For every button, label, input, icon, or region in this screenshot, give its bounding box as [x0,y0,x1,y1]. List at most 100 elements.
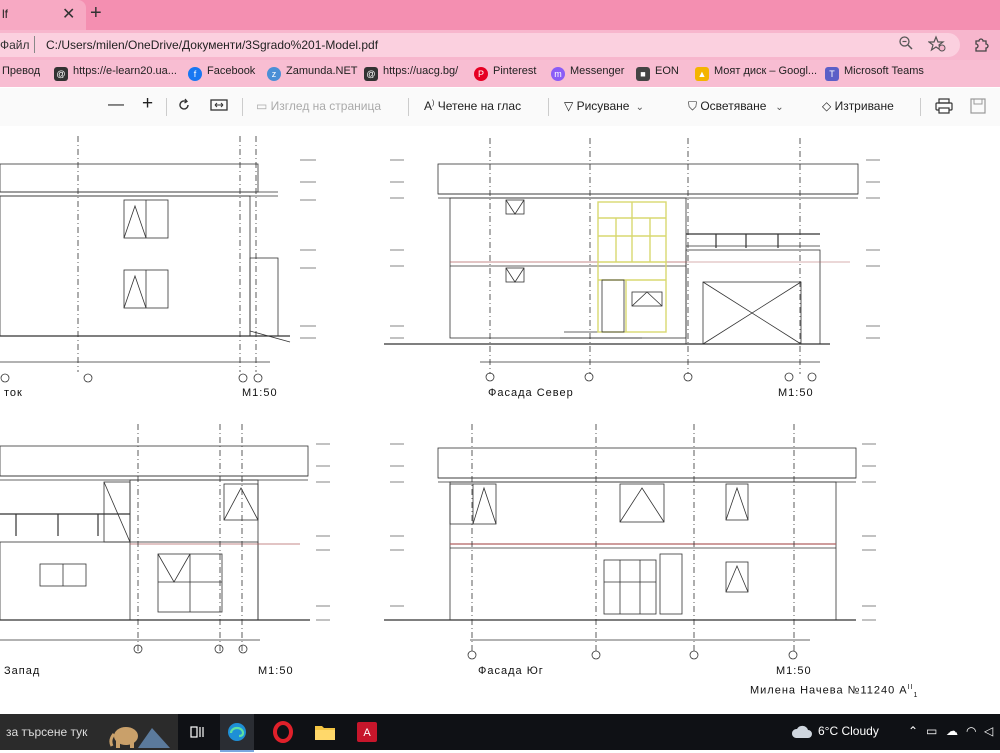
signature-sub: 1 [913,691,919,699]
erase-label: Изтриване [834,99,894,113]
elephant-icon [108,718,170,753]
print-icon[interactable] [935,98,953,117]
bookmark-teams[interactable]: T Microsoft Teams [825,65,924,81]
facebook-icon: f [188,67,202,81]
bookmark-label: Моят диск – Googl... [714,65,818,77]
toolbar-divider [242,98,243,116]
autocad-icon[interactable]: A [350,714,384,750]
file-explorer-icon[interactable] [308,714,342,750]
fit-page-icon[interactable] [210,97,228,116]
search-placeholder: за търсене тук [6,725,88,739]
toolbar-divider [548,98,549,116]
wifi-icon[interactable]: ◠ [966,724,976,738]
file-scheme-label: Файл [0,38,30,52]
wall [449,481,837,621]
bookmark-label: https://uacg.bg/ [383,65,459,77]
pdf-toolbar: — + ▭ Изглед на страница A) Четене на гл… [0,88,1000,127]
bookmark-label: EON [655,65,679,77]
read-aloud-button[interactable]: A) Четене на глас [424,99,521,113]
bookmark-messenger[interactable]: m Messenger [551,65,624,81]
draw-button[interactable]: ▽ Рисуване ⌄ [564,99,644,113]
signature-text: Милена Начева №11240 A [750,684,908,697]
taskbar-search[interactable]: за търсене тук [0,714,178,750]
view-scale: M1:50 [258,665,294,677]
bookmark-eon[interactable]: ■ EON [636,65,679,81]
bookmark-pinterest[interactable]: P Pinterest [474,65,536,81]
tab-bar: lf ✕ + [0,0,1000,30]
pinterest-icon: P [474,67,488,81]
page-icon: @ [54,67,68,81]
drive-icon: ▲ [695,67,709,81]
eon-icon: ■ [636,67,650,81]
bookmark-label: Microsoft Teams [844,65,924,77]
chevron-down-icon[interactable]: ⌄ [633,102,644,113]
draw-icon: ▽ [564,99,577,113]
cloud-sync-icon[interactable]: ☁ [946,724,958,738]
eraser-icon: ◇ [822,99,835,113]
edge-icon[interactable] [220,714,254,752]
save-icon[interactable] [970,98,986,117]
page-view-button[interactable]: ▭ Изглед на страница [256,99,381,113]
view-title: ток [4,387,23,399]
view-scale: M1:50 [242,387,278,399]
weather-text[interactable]: 6°C Cloudy [818,724,879,738]
wall [0,195,251,337]
zoom-out-icon[interactable]: — [108,96,124,114]
bookmarks-bar: Превод @ https://e-learn20.ua... f Faceboo… [0,60,1000,87]
new-tab-icon[interactable]: + [90,2,102,25]
teams-icon: T [825,67,839,81]
facade-drawings [0,136,880,660]
page-icon: @ [364,67,378,81]
bookmark-translate[interactable]: Превод [2,65,40,77]
toolbar-divider [166,98,167,116]
view-title: Запад [4,665,41,677]
volume-icon[interactable]: ◁ [984,724,993,738]
cloud-icon [790,724,812,745]
roof-slab [0,445,309,477]
bookmark-drive[interactable]: ▲ Моят диск – Googl... [695,65,817,81]
zamunda-icon: z [267,67,281,81]
address-url[interactable]: C:/Users/milen/OneDrive/Документи/3Sgrad… [46,38,378,52]
address-divider [34,36,35,53]
erase-button[interactable]: ◇ Изтриване [822,99,894,113]
bookmark-elearn[interactable]: @ https://e-learn20.ua... [54,65,177,81]
toolbar-divider [408,98,409,116]
zoom-in-icon[interactable]: + [142,93,153,115]
read-aloud-icon: A) [424,99,435,113]
extensions-icon[interactable] [972,35,990,58]
highlight-label: Осветяване [700,99,767,113]
draw-label: Рисуване [576,99,630,113]
bookmark-facebook[interactable]: f Facebook [188,65,255,81]
close-tab-icon[interactable]: ✕ [62,4,75,24]
page-view-label: Изглед на страница [270,99,382,113]
chevron-up-icon[interactable]: ⌃ [908,724,918,738]
view-title: Фасада Север [488,387,574,399]
network-icon[interactable]: ▭ [926,724,937,738]
taskbar: за търсене тук A 6°C Cloudy ⌃ ▭ ☁ ◠ ◁ [0,714,1000,752]
view-title: Фасада Юг [478,665,544,677]
task-view-icon[interactable] [180,714,214,750]
zoom-icon[interactable] [898,35,914,56]
bookmark-uacg[interactable]: @ https://uacg.bg/ [364,65,458,81]
roof-slab [437,163,859,195]
address-bar: Файл C:/Users/milen/OneDrive/Документи/3… [0,30,1000,60]
bookmark-label: https://e-learn20.ua... [73,65,177,77]
favorite-star-icon[interactable] [927,35,946,58]
browser-tab[interactable]: lf ✕ [0,0,86,30]
pdf-page[interactable]: ток M1:50 Фасада Север M1:50 Запад M1:50… [0,126,1000,714]
toolbar-divider [920,98,921,116]
tab-title: lf [2,7,8,21]
highlight-button[interactable]: ⛉ Осветяване ⌄ [688,99,784,114]
view-scale: M1:50 [778,387,814,399]
read-aloud-label: Четене на глас [437,99,522,113]
roof-slab [437,447,857,479]
page-view-icon: ▭ [256,99,271,113]
bookmark-label: Zamunda.NET [286,65,358,77]
rotate-icon[interactable] [176,97,192,116]
opera-icon[interactable] [266,714,300,750]
bookmark-zamunda[interactable]: z Zamunda.NET [267,65,358,81]
roof-slab [0,163,259,193]
bookmark-label: Facebook [207,65,256,77]
bookmark-label: Messenger [570,65,625,77]
chevron-down-icon[interactable]: ⌄ [770,102,783,113]
